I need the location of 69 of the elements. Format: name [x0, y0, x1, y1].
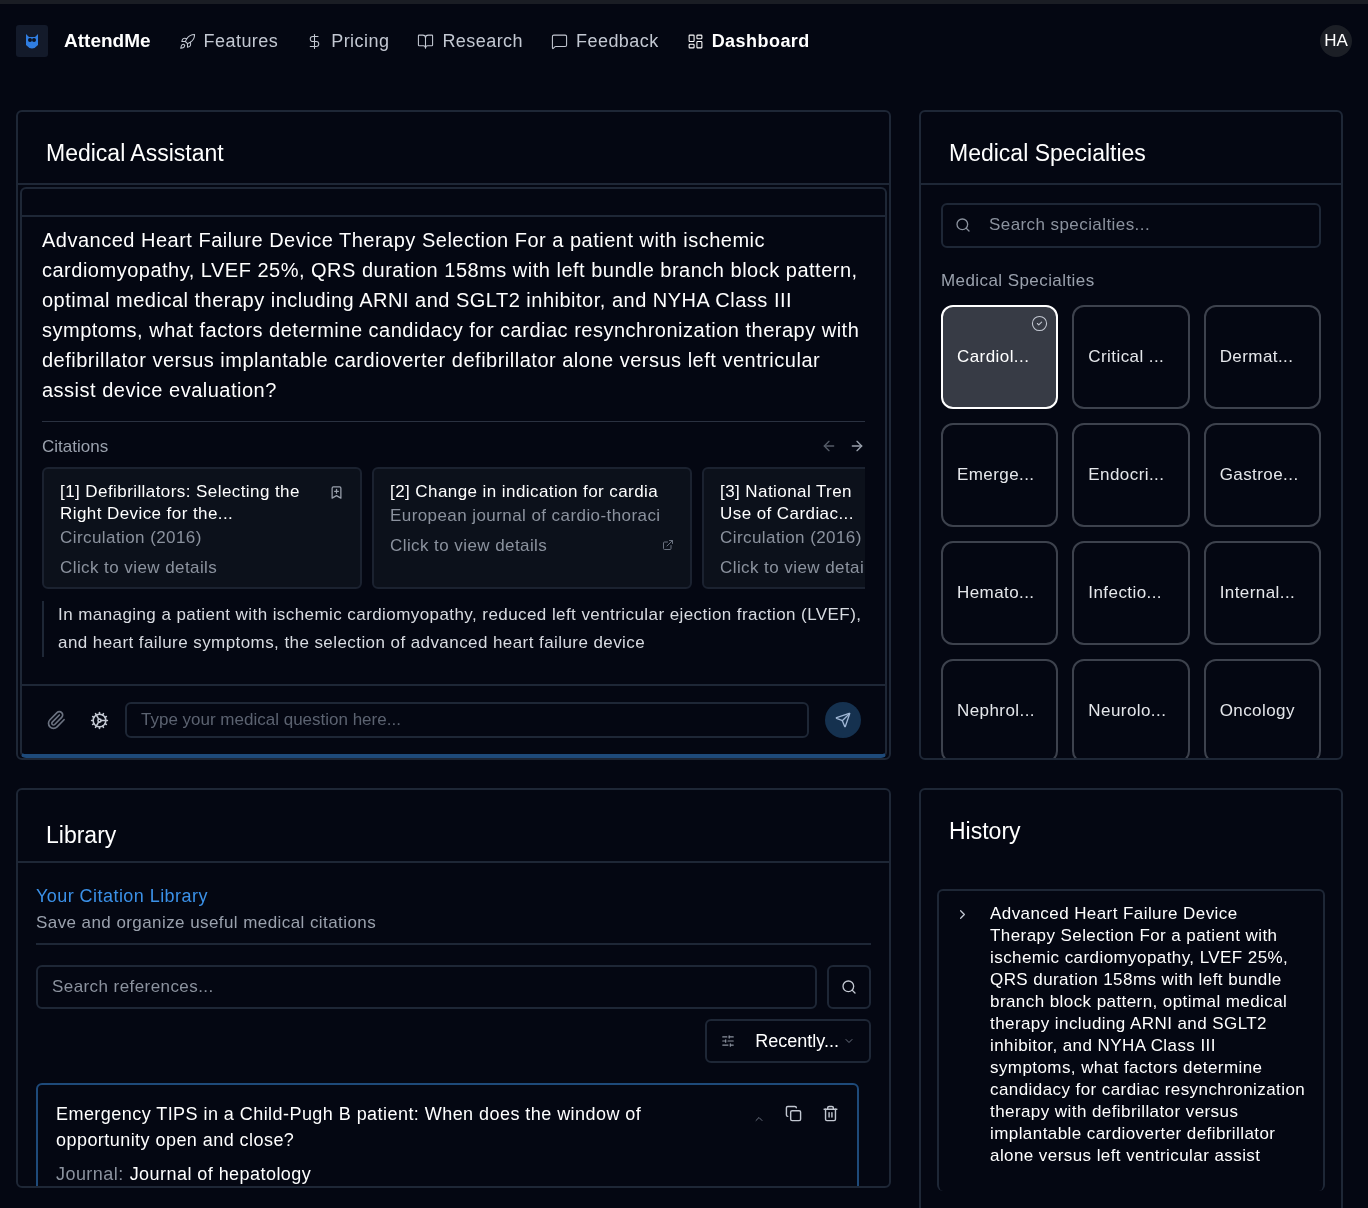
specialty-tile[interactable]: Infectio... [1072, 541, 1190, 645]
panel-title: Library [46, 821, 118, 850]
section-label: Citations [42, 435, 109, 458]
rocket-icon [178, 32, 196, 50]
section-label: Medical Specialties [941, 269, 1096, 292]
specialty-tile[interactable]: Oncology [1203, 659, 1321, 758]
citation-title: Emergency TIPS in a Child-Pugh B patient: When does the window of opportunity open and close? [56, 1103, 643, 1152]
external-link-icon[interactable] [662, 539, 674, 552]
panel-title: Medical Specialties [949, 139, 1147, 168]
sort-dropdown[interactable]: Recently... [705, 1019, 871, 1063]
panel-title: History [949, 817, 1022, 846]
answer-text: In managing a patient with ischemic cardiomyopathy, reduced left ventricular ejection fraction (LVEF), and heart failure symptoms, the selection of advanced heart failure device [42, 601, 865, 657]
specialty-tile[interactable]: Gastroe... [1203, 423, 1321, 527]
citation-source: Circulation (2016) [720, 527, 863, 549]
brand-name[interactable]: AttendMe [64, 26, 151, 56]
bookmark-icon[interactable] [329, 485, 344, 500]
field-label: Journal: [56, 1163, 124, 1186]
history-text: Advanced Heart Failure Device Therapy Selection For a patient with ischemic cardiomyopathy, LVEF 25%, QRS duration 158ms with left bundle branch block pattern, optimal medical therapy including ARNI and SGLT2 inhibitor, and NYHA Class III symptoms, what factors determine candidacy for cardiac resynchronization therapy with defibrillator versus implantable cardioverter defibrillator alone versus left ventricular assist [990, 902, 1307, 1167]
trash-icon[interactable] [822, 1105, 839, 1122]
citation-title: [3] National Tren Use of Cardiac... [720, 481, 855, 525]
specialty-tile[interactable]: Critical ... [1072, 305, 1190, 409]
nav-link[interactable]: Feedback [551, 27, 659, 55]
owl-logo-icon [16, 25, 48, 57]
citation-card[interactable]: [1] Defibrillators: Selecting the Right Device for the... Circulation (2016) Click to view details [42, 467, 362, 589]
nav-link[interactable]: Features [178, 27, 279, 55]
specialty-tile[interactable]: Emerge... [941, 423, 1059, 527]
question-text: Advanced Heart Failure Device Therapy Selection For a patient with ischemic cardiomyopathy, LVEF 25%, QRS duration 158ms with left bundle branch block pattern, optimal medical therapy including ARNI and SGLT2 inhibitor, and NYHA Class III symptoms, what factors determine candidacy for cardiac resynchronization therapy with defibrillator versus implantable cardioverter defibrillator alone versus left ventricular assist device evaluation? [42, 216, 865, 422]
send-icon [835, 712, 851, 728]
library-heading: Your Citation Library [36, 884, 209, 908]
view-details-link[interactable]: Click to view details [390, 532, 548, 558]
specialty-tile[interactable]: Endocri... [1072, 423, 1190, 527]
specialty-tile[interactable]: Neurolo... [1072, 659, 1190, 758]
citation-source: European journal of cardio-thoraci [390, 505, 662, 527]
check-icon [1031, 315, 1049, 332]
library-subtitle: Save and organize useful medical citations [36, 909, 871, 945]
citation-title: [1] Defibrillators: Selecting the Right Device for the... [60, 481, 301, 525]
specialty-tile[interactable]: Internal... [1203, 541, 1321, 645]
specialty-tile[interactable]: Cardiol... [941, 305, 1059, 409]
send-button[interactable] [825, 702, 861, 738]
citation-card[interactable]: [2] Change in indication for cardia European journal of cardio-thoraci Click to view details [372, 467, 692, 589]
search-icon [841, 979, 857, 995]
chat-bubble-icon [551, 32, 568, 50]
question-input[interactable]: Type your medical question here... [125, 702, 809, 738]
avatar[interactable]: HA [1320, 25, 1352, 57]
view-details-link[interactable]: Click to view detai [720, 554, 865, 580]
specialty-tile[interactable]: Hemato... [941, 541, 1059, 645]
grid-icon [686, 32, 704, 50]
journal-name: Journal of hepatology [129, 1163, 312, 1186]
citation-item[interactable]: Emergency TIPS in a Child-Pugh B patient: When does the window of opportunity open and close? Journal: Journal of hepatology [36, 1083, 859, 1186]
search-field[interactable]: Search specialties... [941, 202, 1321, 248]
paperclip-icon[interactable] [46, 710, 66, 730]
specialty-tile[interactable]: Dermat... [1203, 305, 1321, 409]
nav-link[interactable]: Dashboard [686, 27, 810, 55]
search-icon [955, 216, 971, 233]
specialty-tile[interactable]: Nephrol... [941, 659, 1059, 758]
gear-icon[interactable] [90, 710, 109, 730]
book-icon [417, 32, 435, 50]
history-item[interactable] [937, 888, 1325, 1191]
view-details-link[interactable]: Click to view details [60, 554, 218, 580]
citation-card[interactable]: [3] National Tren Use of Cardiac... Circulation (2016) Click to view detai [702, 467, 865, 589]
sliders-icon [721, 1034, 736, 1048]
citation-source: Circulation (2016) [60, 527, 203, 549]
nav-link[interactable]: Pricing [306, 27, 390, 55]
nav-link[interactable]: Research [417, 27, 523, 55]
search-button[interactable] [827, 965, 871, 1009]
search-input[interactable]: Search references... [36, 965, 817, 1009]
copy-icon[interactable] [785, 1105, 802, 1122]
citation-title: [2] Change in indication for cardia [390, 481, 660, 503]
panel-title: Medical Assistant [46, 139, 225, 168]
